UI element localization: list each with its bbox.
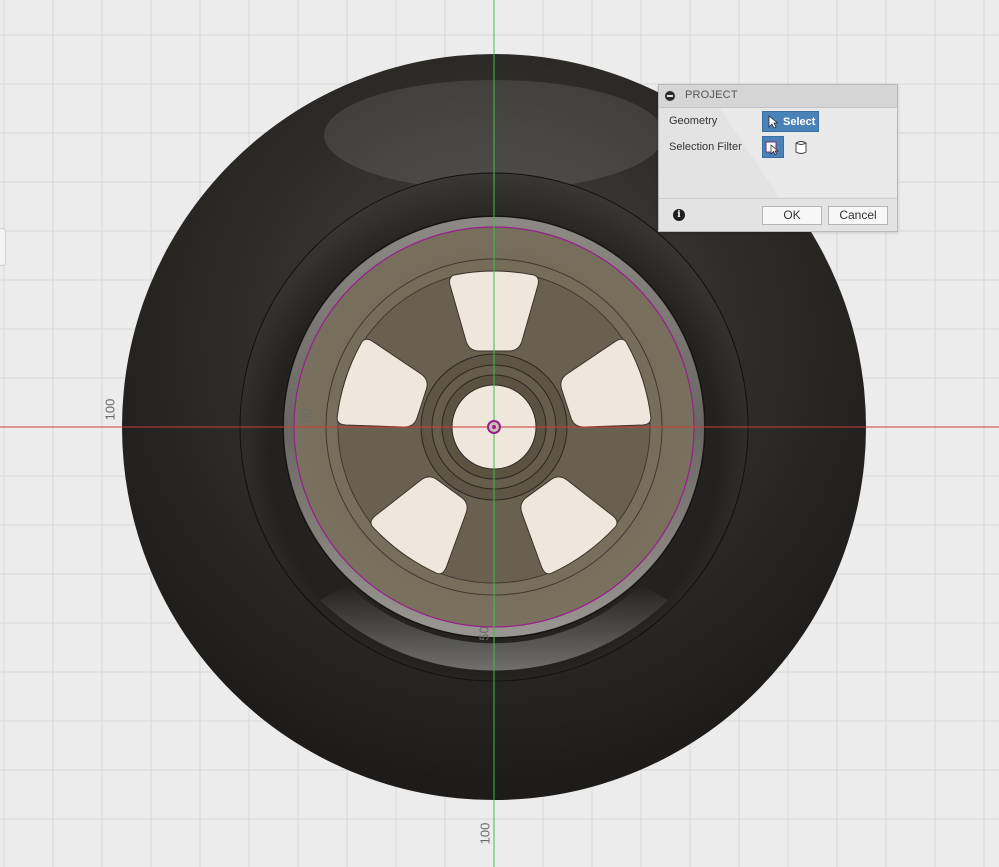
filter-specified-entities-icon bbox=[765, 141, 779, 155]
axis-label-bottom-100: 100 bbox=[477, 822, 493, 845]
info-icon[interactable]: i bbox=[673, 209, 685, 221]
project-dialog: PROJECT Geometry Select Selection Filter… bbox=[658, 84, 898, 232]
dialog-header: PROJECT bbox=[659, 85, 897, 108]
axis-label-bottom-50: 50 bbox=[476, 626, 492, 641]
ok-button[interactable]: OK bbox=[762, 206, 822, 225]
cancel-button[interactable]: Cancel bbox=[828, 206, 888, 225]
axis-label-left-100: 100 bbox=[102, 398, 118, 421]
filter-bodies-icon[interactable] bbox=[792, 138, 810, 156]
collapse-icon[interactable] bbox=[665, 91, 675, 101]
geometry-label: Geometry bbox=[669, 115, 718, 127]
selection-filter-label: Selection Filter bbox=[669, 141, 742, 153]
side-panel-handle[interactable] bbox=[0, 228, 6, 266]
dialog-title: PROJECT bbox=[685, 89, 738, 101]
cursor-arrow-icon bbox=[768, 115, 778, 129]
dialog-footer-divider bbox=[659, 198, 897, 199]
axis-label-inner-50: 50 bbox=[298, 408, 314, 423]
geometry-select-button[interactable]: Select bbox=[762, 111, 819, 132]
select-button-label: Select bbox=[783, 116, 816, 128]
filter-specified-entities-button[interactable] bbox=[762, 136, 784, 158]
